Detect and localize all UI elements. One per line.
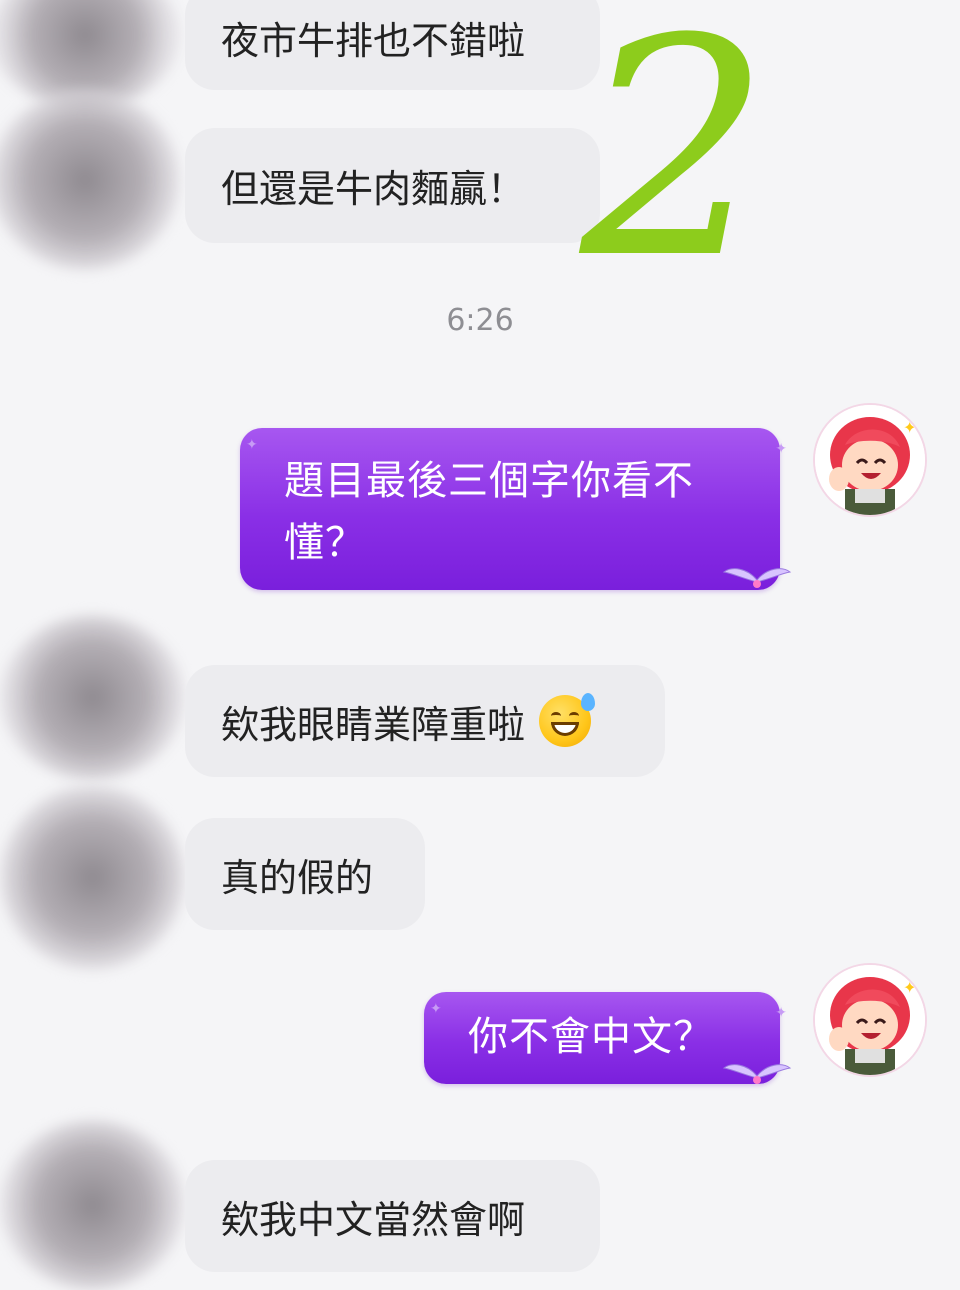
incoming-message[interactable]: 欸我中文當然會啊 — [185, 1160, 600, 1272]
overlay-number-annotation: 2 — [580, 0, 771, 324]
sender-avatar-blurred[interactable] — [0, 785, 185, 970]
sender-avatar-blurred[interactable] — [0, 1120, 185, 1290]
sparkle-decoration-icon: ✦ — [246, 437, 259, 453]
message-text: 真的假的 — [221, 855, 374, 900]
message-text: 但還是牛肉麵贏！ — [221, 167, 526, 211]
sparkle-decoration-icon: ✦ — [775, 441, 788, 457]
message-text: 欸我眼睛業障重啦 — [221, 702, 526, 747]
incoming-message[interactable]: 但還是牛肉麵贏！ — [185, 128, 600, 243]
incoming-message[interactable]: 欸我眼睛業障重啦 — [185, 665, 665, 777]
grinning-sweat-emoji-icon — [539, 693, 596, 747]
sparkle-decoration-icon: ✦ — [775, 1005, 788, 1021]
message-text-line: 懂？ — [284, 520, 366, 566]
sender-avatar-blurred[interactable] — [0, 90, 180, 270]
message-text: 夜市牛排也不錯啦 — [221, 19, 526, 63]
wings-decoration-icon — [722, 1064, 792, 1084]
svg-text:✦: ✦ — [903, 418, 916, 437]
message-text-line: 題目最後三個字你看不 — [284, 458, 694, 504]
message-text: 你不會中文？ — [468, 1014, 714, 1060]
incoming-message[interactable]: 真的假的 — [185, 818, 425, 930]
svg-text:✦: ✦ — [903, 978, 916, 997]
sender-avatar-blurred[interactable] — [0, 615, 185, 780]
sparkle-decoration-icon: ✦ — [430, 1001, 443, 1017]
user-avatar[interactable]: ✦ — [815, 965, 925, 1075]
message-text: 欸我中文當然會啊 — [221, 1197, 526, 1242]
chibi-girl-avatar-icon: ✦ — [815, 405, 925, 515]
user-avatar[interactable]: ✦ — [815, 405, 925, 515]
wings-decoration-icon — [722, 568, 792, 588]
chibi-girl-avatar-icon: ✦ — [815, 965, 925, 1075]
outgoing-message[interactable]: 題目最後三個字你看不 懂？ ✦ ✦ — [240, 428, 787, 590]
incoming-message[interactable]: 夜市牛排也不錯啦 — [185, 0, 600, 90]
message-timestamp: 6:26 — [446, 303, 514, 338]
